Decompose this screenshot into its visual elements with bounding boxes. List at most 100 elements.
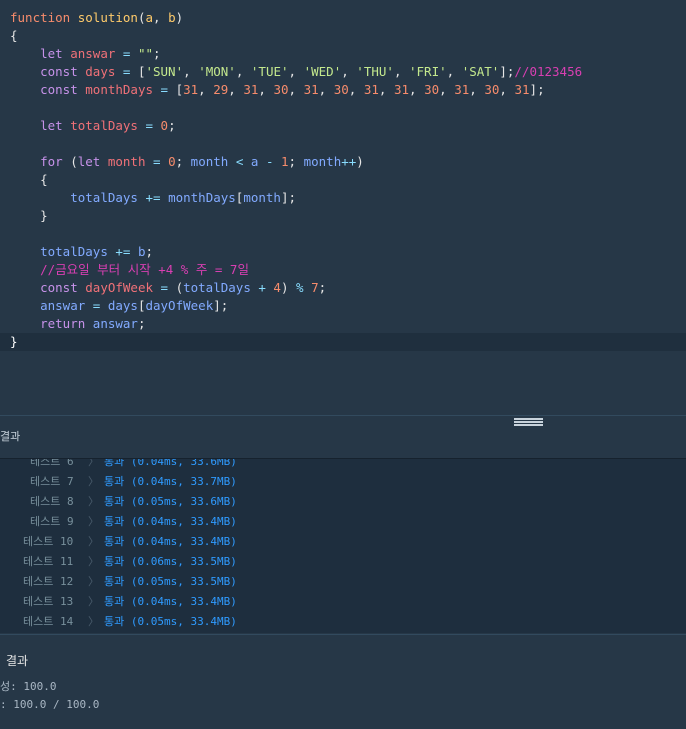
test-label: 테스트 11 bbox=[23, 555, 74, 568]
code-token: 31 bbox=[514, 82, 530, 97]
test-results-list[interactable]: 테스트 6 〉 통과 (0.04ms, 33.6MB) 테스트 7 〉 통과 (0.04m… bbox=[0, 459, 686, 633]
test-result-row[interactable]: 테스트 8 〉 통과 (0.05ms, 33.6MB) bbox=[0, 492, 686, 512]
code-token: const bbox=[10, 82, 86, 97]
code-token: for bbox=[10, 154, 71, 169]
code-text: const dayOfWeek = (totalDays + 4) % 7; bbox=[10, 279, 326, 297]
code-token: answar bbox=[40, 298, 86, 313]
test-status: 통과 (0.05ms, 33.4MB) bbox=[104, 615, 237, 628]
code-line[interactable]: totalDays += monthDays[month]; bbox=[0, 189, 686, 207]
code-line[interactable]: const monthDays = [31, 29, 31, 30, 31, 3… bbox=[0, 81, 686, 99]
test-label: 테스트 13 bbox=[23, 595, 74, 608]
code-token: function bbox=[10, 10, 71, 25]
code-token: - bbox=[258, 154, 281, 169]
code-line[interactable]: answar = days[dayOfWeek]; bbox=[0, 297, 686, 315]
code-text: const days = ['SUN', 'MON', 'TUE', 'WED'… bbox=[10, 63, 582, 81]
test-status: 통과 (0.04ms, 33.6MB) bbox=[104, 459, 237, 468]
code-token: let bbox=[10, 118, 71, 133]
chevron-right-icon: 〉 bbox=[88, 515, 99, 528]
test-result-row[interactable]: 테스트 11 〉 통과 (0.06ms, 33.5MB) bbox=[0, 552, 686, 572]
test-status: 통과 (0.05ms, 33.6MB) bbox=[104, 495, 237, 508]
test-result-row[interactable]: 테스트 9 〉 통과 (0.04ms, 33.4MB) bbox=[0, 512, 686, 532]
code-token: = bbox=[153, 82, 176, 97]
code-token: 31 bbox=[393, 82, 410, 97]
test-result-row[interactable]: 테스트 12 〉 통과 (0.05ms, 33.5MB) bbox=[0, 572, 686, 592]
test-result-row[interactable]: 테스트 7 〉 통과 (0.04ms, 33.7MB) bbox=[0, 472, 686, 492]
code-line[interactable] bbox=[0, 225, 686, 243]
code-token: = bbox=[85, 298, 108, 313]
code-token: = bbox=[137, 118, 161, 133]
code-token: , bbox=[446, 64, 462, 79]
code-text: let answar = ""; bbox=[10, 45, 161, 63]
code-token: , bbox=[341, 64, 357, 79]
code-token: , bbox=[348, 82, 364, 97]
code-token: ) bbox=[280, 280, 297, 295]
code-token: //금요일 부터 시작 +4 % 주 = 7일 bbox=[10, 262, 249, 277]
code-token: //0123456 bbox=[514, 64, 583, 79]
code-line[interactable] bbox=[0, 135, 686, 153]
code-token: , bbox=[439, 82, 455, 97]
test-result-row[interactable]: 테스트 14 〉 통과 (0.05ms, 33.4MB) bbox=[0, 612, 686, 632]
code-line[interactable]: let answar = ""; bbox=[0, 45, 686, 63]
chevron-right-icon: 〉 bbox=[88, 495, 99, 508]
code-token: ) bbox=[175, 10, 184, 25]
code-token: += bbox=[137, 190, 169, 205]
test-result-row[interactable]: 테스트 13 〉 통과 (0.04ms, 33.4MB) bbox=[0, 592, 686, 612]
code-token: month bbox=[190, 154, 229, 169]
code-token: monthDays bbox=[85, 82, 153, 97]
code-editor[interactable]: function solution(a, b){ let answar = ""… bbox=[0, 0, 686, 415]
code-token: } bbox=[10, 208, 48, 223]
summary-panel bbox=[0, 634, 686, 729]
code-token: = bbox=[153, 280, 176, 295]
code-token: 31 bbox=[243, 82, 259, 97]
code-line[interactable]: } bbox=[0, 207, 686, 225]
test-result-row[interactable]: 테스트 10 〉 통과 (0.04ms, 33.4MB) bbox=[0, 532, 686, 552]
code-line[interactable]: //금요일 부터 시작 +4 % 주 = 7일 bbox=[0, 261, 686, 279]
code-line[interactable]: { bbox=[0, 27, 686, 45]
code-token: 7 bbox=[311, 280, 319, 295]
code-token: ; bbox=[318, 280, 327, 295]
code-line[interactable]: let totalDays = 0; bbox=[0, 117, 686, 135]
code-token: , bbox=[469, 82, 485, 97]
code-line[interactable]: } bbox=[0, 333, 686, 351]
code-line[interactable]: const days = ['SUN', 'MON', 'TUE', 'WED'… bbox=[0, 63, 686, 81]
code-line[interactable]: const dayOfWeek = (totalDays + 4) % 7; bbox=[0, 279, 686, 297]
code-line[interactable] bbox=[0, 99, 686, 117]
code-token: { bbox=[10, 172, 48, 187]
test-label: 테스트 10 bbox=[23, 535, 74, 548]
code-token: 30 bbox=[273, 82, 289, 97]
test-label: 테스트 9 bbox=[30, 515, 74, 528]
code-text: } bbox=[10, 333, 18, 351]
code-token: ]; bbox=[280, 190, 297, 205]
result-panel-title: 결과 bbox=[0, 430, 21, 443]
code-token: totalDays bbox=[183, 280, 251, 295]
resize-handle-icon[interactable] bbox=[514, 418, 543, 427]
code-line[interactable]: function solution(a, b) bbox=[0, 9, 686, 27]
code-token: 'FRI' bbox=[409, 64, 447, 79]
code-token: 'TUE' bbox=[250, 64, 289, 79]
code-token: 31 bbox=[454, 82, 470, 97]
code-text: { bbox=[10, 27, 18, 45]
code-token: dayOfWeek bbox=[145, 298, 214, 313]
code-token: } bbox=[10, 334, 18, 349]
code-token: totalDays bbox=[70, 118, 138, 133]
code-token: ; bbox=[137, 316, 146, 331]
code-token: , bbox=[393, 64, 409, 79]
summary-total-line: : 100.0 / 100.0 bbox=[0, 698, 100, 711]
code-line[interactable]: { bbox=[0, 171, 686, 189]
test-result-row[interactable]: 테스트 6 〉 통과 (0.04ms, 33.6MB) bbox=[0, 459, 686, 472]
code-token: totalDays bbox=[40, 244, 108, 259]
code-line[interactable]: for (let month = 0; month < a - 1; month… bbox=[0, 153, 686, 171]
code-token: ; bbox=[153, 46, 161, 61]
code-line[interactable]: totalDays += b; bbox=[0, 243, 686, 261]
code-token: ]; bbox=[529, 82, 545, 97]
code-token: let bbox=[77, 154, 108, 169]
code-text: function solution(a, b) bbox=[10, 9, 183, 27]
code-token: month bbox=[243, 190, 281, 205]
code-token: [ bbox=[175, 82, 184, 97]
code-token: = bbox=[115, 64, 138, 79]
code-line[interactable]: return answar; bbox=[0, 315, 686, 333]
code-token: ( bbox=[137, 10, 146, 25]
